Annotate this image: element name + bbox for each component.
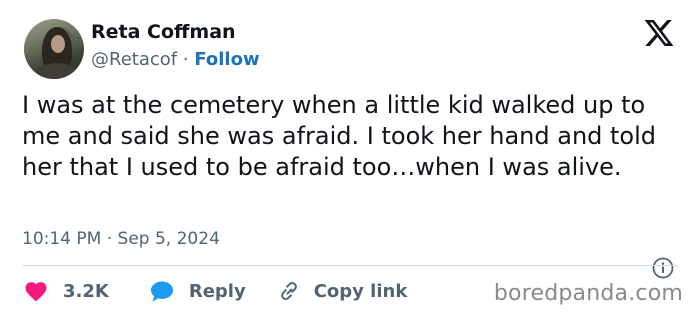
author-handle[interactable]: @Retacof [91,49,177,70]
tweet-time: 10:14 PM [22,229,102,249]
heart-icon [25,282,47,302]
author-name[interactable]: Reta Coffman [91,21,236,43]
watermark: boredpanda.com [493,281,683,306]
copy-link-button[interactable]: Copy link [276,279,408,303]
reply-button[interactable]: Reply [149,279,246,303]
handle-separator: · [182,49,189,70]
timestamp[interactable]: 10:14 PM · Sep 5, 2024 [22,229,220,249]
like-button[interactable]: 3.2K [24,280,109,302]
divider [22,265,678,266]
follow-link[interactable]: Follow [194,49,259,70]
author-handle-row: @Retacof · Follow [91,49,260,70]
avatar-shoulder [34,63,80,79]
link-icon [280,282,297,300]
info-icon[interactable] [652,257,674,279]
x-logo-icon[interactable] [642,17,676,49]
tweet-date: Sep 5, 2024 [117,229,220,249]
tweet-text: I was at the cemetery when a little kid … [22,91,657,181]
timestamp-separator: · [106,229,113,249]
action-bar: 3.2K Reply Copy link [24,278,407,304]
reply-label: Reply [188,280,246,302]
copy-link-label: Copy link [313,280,408,302]
avatar[interactable] [24,19,84,79]
avatar-face [51,35,65,53]
like-count: 3.2K [63,280,109,302]
reply-bubble-icon [150,281,173,302]
